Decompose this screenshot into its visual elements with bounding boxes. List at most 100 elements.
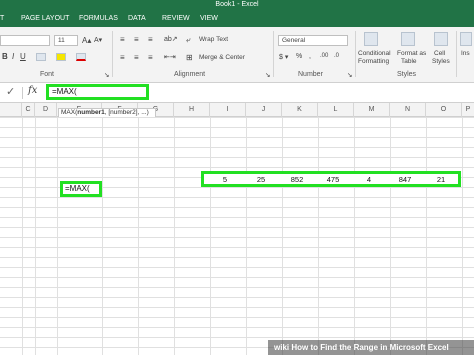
ribbon-separator <box>355 31 356 77</box>
percent-icon[interactable]: % <box>296 53 302 60</box>
column-header-j[interactable]: J <box>246 103 282 117</box>
insert-cells-label[interactable]: Ins <box>461 50 470 57</box>
grid-line <box>102 117 103 355</box>
conditional-formatting-icon[interactable] <box>364 32 378 46</box>
tab-insert-partial[interactable]: T <box>0 15 4 22</box>
alignment-group-label: Alignment <box>174 71 206 78</box>
insert-function-icon[interactable]: fx <box>28 85 37 96</box>
merge-center-button[interactable]: Merge & Center <box>199 54 245 61</box>
cell-styles-label-2[interactable]: Styles <box>432 58 450 65</box>
column-header-d[interactable]: D <box>35 103 57 117</box>
column-header-h[interactable]: H <box>174 103 210 117</box>
active-cell[interactable]: =MAX( <box>60 181 102 197</box>
tab-formulas[interactable]: FORMULAS <box>79 15 118 22</box>
range-cell-n[interactable]: 847 <box>390 175 420 184</box>
range-cell-m[interactable]: 4 <box>354 175 384 184</box>
formula-input[interactable]: =MAX( <box>46 84 149 100</box>
tab-page-layout[interactable]: PAGE LAYOUT <box>21 15 69 22</box>
wrap-text-button[interactable]: Wrap Text <box>199 36 228 43</box>
format-as-table-label-2[interactable]: Table <box>401 58 417 65</box>
font-group-label: Font <box>40 71 55 78</box>
ribbon-separator <box>112 31 113 77</box>
insert-cells-icon[interactable] <box>460 32 472 46</box>
tab-view[interactable]: VIEW <box>200 15 218 22</box>
banner-title: How to Find the Range in Microsoft Excel <box>291 343 449 352</box>
font-name-dropdown[interactable] <box>0 35 50 46</box>
wikihow-banner: wiki How to Find the Range in Microsoft … <box>268 340 474 355</box>
grid-line <box>354 117 355 355</box>
column-header-o[interactable]: O <box>426 103 462 117</box>
align-left-icon[interactable]: ≡ <box>120 53 125 62</box>
currency-icon[interactable]: $ ▾ <box>279 53 288 61</box>
grid-line <box>462 117 463 355</box>
merge-center-icon[interactable]: ⊞ <box>186 53 193 62</box>
format-as-table-icon[interactable] <box>401 32 415 46</box>
grid-line <box>390 117 391 355</box>
range-cell-o[interactable]: 21 <box>426 175 456 184</box>
align-right-icon[interactable]: ≡ <box>148 53 153 62</box>
conditional-formatting-label-2[interactable]: Formatting <box>358 58 389 65</box>
align-top-icon[interactable]: ≡ <box>120 35 125 44</box>
range-cell-l[interactable]: 475 <box>318 175 348 184</box>
column-header-c[interactable]: C <box>22 103 35 117</box>
ribbon: 11 A▴ A▾ B I U Font ↘ ≡ ≡ ≡ ab↗ ⤶ Wrap T… <box>0 27 474 83</box>
fill-color-icon[interactable] <box>56 53 66 61</box>
column-header-k[interactable]: K <box>282 103 318 117</box>
indent-icon[interactable]: ⇤⇥ <box>164 53 176 61</box>
align-bottom-icon[interactable]: ≡ <box>148 35 153 44</box>
wiki-wordmark: wiki <box>274 343 290 352</box>
number-format-dropdown[interactable]: General <box>278 35 348 46</box>
column-header-n[interactable]: N <box>390 103 426 117</box>
wrap-text-icon[interactable]: ⤶ <box>186 35 190 45</box>
tooltip-prefix: MAX( <box>61 109 78 116</box>
grid-line <box>57 117 58 355</box>
ribbon-separator <box>273 31 274 77</box>
window-title: Book1 - Excel <box>215 1 259 8</box>
cell-styles-label-1[interactable]: Cell <box>434 50 445 57</box>
formula-bar-separator <box>22 87 23 99</box>
data-range[interactable]: 5 25 852 475 4 847 21 <box>201 171 461 187</box>
tooltip-bold-arg[interactable]: number1 <box>77 109 104 116</box>
range-cell-k[interactable]: 852 <box>282 175 312 184</box>
increase-decimal-icon[interactable]: .00 <box>320 53 328 59</box>
column-header-i[interactable]: I <box>210 103 246 117</box>
grid-line <box>210 117 211 355</box>
conditional-formatting-label-1[interactable]: Conditional <box>358 50 391 57</box>
grid-line <box>35 117 36 355</box>
tab-review[interactable]: REVIEW <box>162 15 190 22</box>
underline-icon[interactable]: U <box>20 52 26 61</box>
number-group-label: Number <box>298 71 323 78</box>
italic-icon[interactable]: I <box>12 52 14 61</box>
shrink-font-icon[interactable]: A▾ <box>94 36 102 44</box>
font-launcher-icon[interactable]: ↘ <box>104 71 109 79</box>
cell-styles-icon[interactable] <box>434 32 448 46</box>
grid-line <box>282 117 283 355</box>
column-header-l[interactable]: L <box>318 103 354 117</box>
tab-data[interactable]: DATA <box>128 15 146 22</box>
font-size-dropdown[interactable]: 11 <box>54 35 78 46</box>
decrease-decimal-icon[interactable]: .0 <box>334 53 339 59</box>
format-as-table-label-1[interactable]: Format as <box>397 50 426 57</box>
comma-style-icon[interactable]: , <box>309 53 311 60</box>
enter-check-icon[interactable]: ✓ <box>6 85 15 98</box>
font-color-icon[interactable] <box>76 53 86 61</box>
number-launcher-icon[interactable]: ↘ <box>347 71 352 79</box>
title-bar: Book1 - Excel <box>0 0 474 12</box>
alignment-launcher-icon[interactable]: ↘ <box>265 71 270 79</box>
borders-icon[interactable] <box>36 53 46 61</box>
bold-icon[interactable]: B <box>2 52 8 61</box>
grid-line <box>138 117 139 355</box>
range-cell-i[interactable]: 5 <box>210 175 240 184</box>
ribbon-tabs: T PAGE LAYOUT FORMULAS DATA REVIEW VIEW <box>0 12 474 27</box>
orientation-icon[interactable]: ab↗ <box>164 35 178 43</box>
align-middle-icon[interactable]: ≡ <box>134 35 139 44</box>
align-center-icon[interactable]: ≡ <box>134 53 139 62</box>
worksheet-grid[interactable] <box>0 117 474 355</box>
range-cell-j[interactable]: 25 <box>246 175 276 184</box>
grid-line <box>22 117 23 355</box>
grow-font-icon[interactable]: A▴ <box>82 36 91 45</box>
grid-line <box>426 117 427 355</box>
column-header-p[interactable]: P <box>462 103 474 117</box>
select-all-corner[interactable] <box>0 103 22 117</box>
column-header-m[interactable]: M <box>354 103 390 117</box>
